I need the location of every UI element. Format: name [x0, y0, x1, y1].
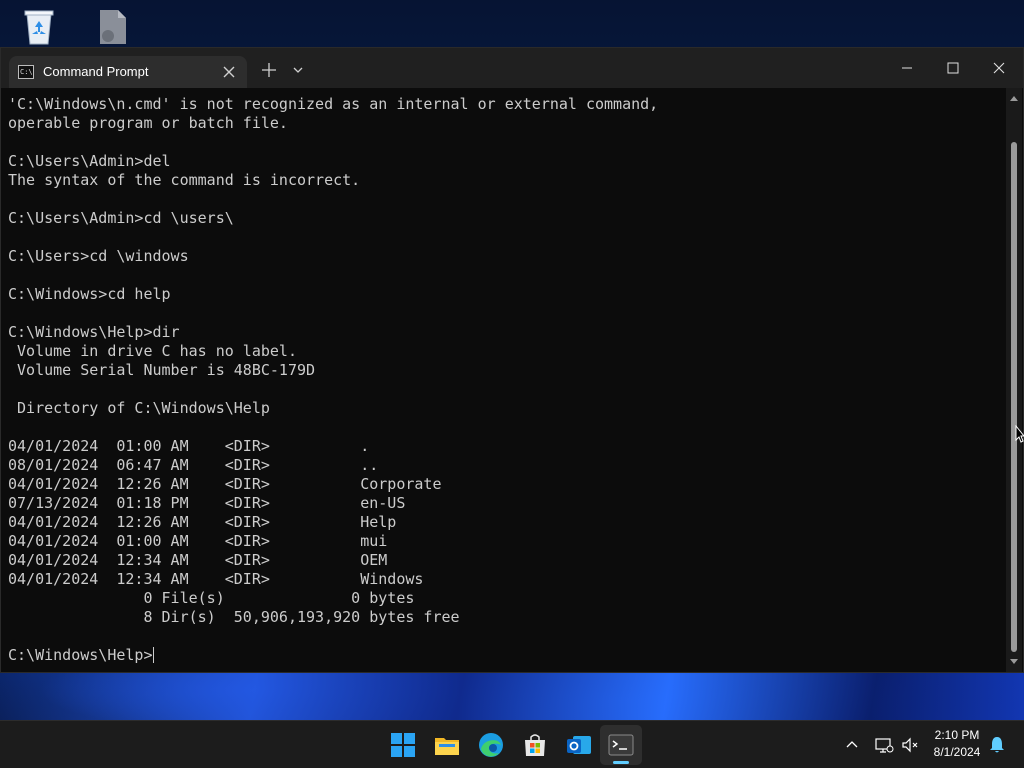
console-line: C:\Users>cd \windows — [8, 247, 189, 265]
title-bar[interactable]: Command Prompt — [1, 48, 1023, 88]
console-line: 04/01/2024 12:26 AM <DIR> Corporate — [8, 475, 442, 493]
console-text: 'C:\Windows\n.cmd' is not recognized as … — [8, 95, 658, 665]
bell-icon[interactable] — [988, 735, 1006, 755]
console-line: 04/01/2024 01:00 AM <DIR> . — [8, 437, 370, 455]
close-icon[interactable] — [976, 54, 1022, 82]
console-line: 07/13/2024 01:18 PM <DIR> en-US — [8, 494, 406, 512]
close-icon[interactable] — [219, 62, 239, 82]
console-output[interactable]: 'C:\Windows\n.cmd' is not recognized as … — [1, 88, 1005, 672]
tab-title: Command Prompt — [43, 64, 149, 79]
console-line: 04/01/2024 12:34 AM <DIR> OEM — [8, 551, 388, 569]
console-line: Volume in drive C has no label. — [8, 342, 297, 360]
console-line: 04/01/2024 12:26 AM <DIR> Help — [8, 513, 397, 531]
console-line: C:\Users\Admin>del — [8, 152, 171, 170]
console-line: Volume Serial Number is 48BC-179D — [8, 361, 316, 379]
maximize-icon[interactable] — [930, 54, 976, 82]
console-line: The syntax of the command is incorrect. — [8, 171, 361, 189]
network-icon[interactable] — [874, 735, 894, 755]
clock-date[interactable]: 8/1/2024 — [926, 745, 988, 759]
text-cursor — [152, 647, 154, 663]
wallpaper-swoosh — [0, 672, 1024, 720]
console-line: C:\Windows\Help>dir — [8, 323, 180, 341]
console-line: 8 Dir(s) 50,906,193,920 bytes free — [8, 608, 460, 626]
console-line: 04/01/2024 01:00 AM <DIR> mui — [8, 532, 388, 550]
terminal-icon[interactable] — [607, 731, 635, 759]
clock-time[interactable]: 2:10 PM — [926, 728, 988, 742]
windows-start-icon[interactable] — [389, 731, 417, 759]
plus-icon[interactable] — [259, 60, 279, 80]
microsoft-store-icon[interactable] — [521, 731, 549, 759]
terminal-window: Command Prompt 'C:\Windows\n.cmd' is not… — [0, 47, 1024, 673]
active-app-indicator — [613, 761, 629, 764]
console-line: C:\Windows>cd help — [8, 285, 171, 303]
console-line: 'C:\Windows\n.cmd' is not recognized as … — [8, 95, 659, 113]
mouse-pointer-icon — [1015, 425, 1024, 443]
command-prompt: C:\Windows\Help> — [8, 646, 153, 664]
tab-command-prompt[interactable]: Command Prompt — [9, 56, 247, 88]
file-explorer-icon[interactable] — [433, 731, 461, 759]
outlook-icon[interactable] — [565, 731, 593, 759]
cmd-icon — [18, 65, 34, 79]
console-line: 04/01/2024 12:34 AM <DIR> Windows — [8, 570, 424, 588]
edge-icon[interactable] — [477, 731, 505, 759]
console-lines: 'C:\Windows\n.cmd' is not recognized as … — [8, 95, 658, 626]
scroll-down-icon[interactable] — [1010, 658, 1018, 666]
volume-icon[interactable] — [900, 735, 920, 755]
console-line: Directory of C:\Windows\Help — [8, 399, 270, 417]
recycle-bin-icon[interactable] — [19, 6, 59, 46]
minimize-icon[interactable] — [884, 54, 930, 82]
taskbar-terminal-button[interactable] — [600, 725, 642, 765]
console-line: 08/01/2024 06:47 AM <DIR> .. — [8, 456, 379, 474]
console-line: C:\Users\Admin>cd \users\ — [8, 209, 234, 227]
chevron-up-icon[interactable] — [844, 737, 860, 753]
console-line: 0 File(s) 0 bytes — [8, 589, 415, 607]
taskbar: 2:10 PM 8/1/2024 — [0, 720, 1024, 768]
scrollbar-thumb[interactable] — [1011, 142, 1017, 652]
console-line: operable program or batch file. — [8, 114, 288, 132]
scroll-up-icon[interactable] — [1010, 94, 1018, 102]
chevron-down-icon[interactable] — [289, 61, 307, 79]
vertical-scrollbar[interactable] — [1006, 88, 1022, 672]
document-icon[interactable] — [92, 6, 132, 46]
